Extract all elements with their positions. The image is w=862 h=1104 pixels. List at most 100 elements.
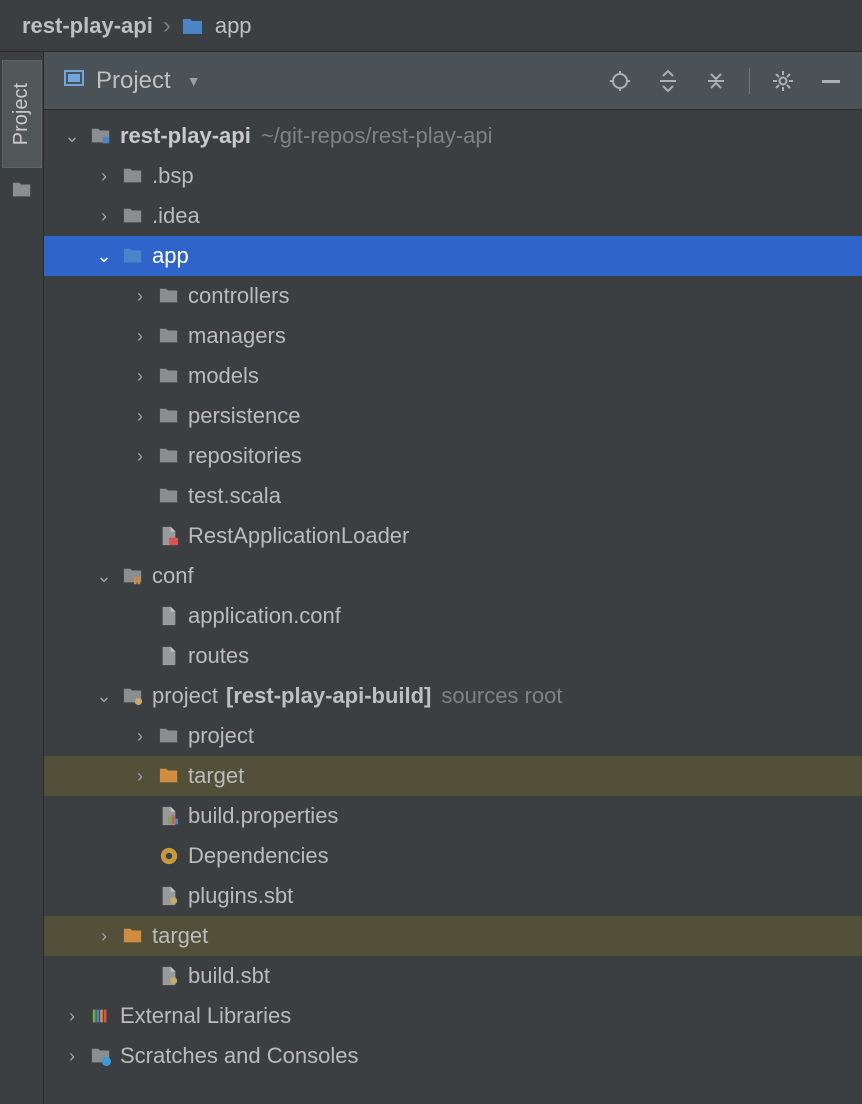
tree-node-dependencies[interactable]: › Dependencies xyxy=(44,836,862,876)
tree-node-controllers[interactable]: › controllers xyxy=(44,276,862,316)
folder-icon xyxy=(181,13,205,39)
tree-label: Dependencies xyxy=(184,843,329,869)
tree-label: test.scala xyxy=(184,483,281,509)
tree-node-root[interactable]: ⌄ rest-play-api ~/git-repos/rest-play-ap… xyxy=(44,116,862,156)
sbt-folder-icon xyxy=(118,686,148,706)
chevron-right-icon[interactable]: › xyxy=(126,366,154,387)
tree-path: ~/git-repos/rest-play-api xyxy=(251,123,493,149)
tree-label: RestApplicationLoader xyxy=(184,523,409,549)
tree-node-project-inner[interactable]: › project xyxy=(44,716,862,756)
tool-window-header: Project ▼ xyxy=(44,52,862,110)
tree-label: repositories xyxy=(184,443,302,469)
file-icon xyxy=(154,646,184,666)
tree-label: .idea xyxy=(148,203,200,229)
tree-node-plugins-sbt[interactable]: › plugins.sbt xyxy=(44,876,862,916)
tree-node-persistence[interactable]: › persistence xyxy=(44,396,862,436)
chevron-right-icon[interactable]: › xyxy=(90,166,118,187)
folder-icon xyxy=(154,366,184,386)
folder-icon xyxy=(154,286,184,306)
folder-icon xyxy=(118,206,148,226)
tree-label: .bsp xyxy=(148,163,194,189)
chevron-right-icon[interactable]: › xyxy=(90,926,118,947)
project-tree[interactable]: ⌄ rest-play-api ~/git-repos/rest-play-ap… xyxy=(44,110,862,1104)
tree-node-rest-application-loader[interactable]: › RestApplicationLoader xyxy=(44,516,862,556)
tree-label: plugins.sbt xyxy=(184,883,293,909)
tree-label: target xyxy=(148,923,208,949)
tool-window-title[interactable]: Project xyxy=(96,67,171,95)
gutter-tab-project[interactable]: Project xyxy=(2,60,42,168)
divider xyxy=(749,68,750,94)
locate-icon[interactable] xyxy=(601,62,639,100)
chevron-down-icon[interactable]: ⌄ xyxy=(58,126,86,147)
tree-label: External Libraries xyxy=(116,1003,291,1029)
chevron-down-icon[interactable]: ▼ xyxy=(187,73,201,89)
module-icon xyxy=(62,67,86,95)
chevron-right-icon[interactable]: › xyxy=(126,766,154,787)
tree-node-bsp[interactable]: › .bsp xyxy=(44,156,862,196)
tree-node-routes[interactable]: › routes xyxy=(44,636,862,676)
tree-node-project[interactable]: ⌄ project [rest-play-api-build] sources … xyxy=(44,676,862,716)
chevron-right-icon[interactable]: › xyxy=(126,446,154,467)
chevron-right-icon[interactable]: › xyxy=(126,286,154,307)
folder-icon xyxy=(154,446,184,466)
tree-module: [rest-play-api-build] xyxy=(218,683,431,709)
breadcrumb-current[interactable]: app xyxy=(215,13,252,39)
tree-node-build-properties[interactable]: › build.properties xyxy=(44,796,862,836)
tree-label: rest-play-api xyxy=(116,123,251,149)
tree-node-external-libraries[interactable]: › External Libraries xyxy=(44,996,862,1036)
tree-label: persistence xyxy=(184,403,301,429)
collapse-all-icon[interactable] xyxy=(697,62,735,100)
folder-icon xyxy=(154,406,184,426)
chevron-down-icon[interactable]: ⌄ xyxy=(90,246,118,267)
tree-label: managers xyxy=(184,323,286,349)
chevron-right-icon[interactable]: › xyxy=(58,1006,86,1027)
breadcrumb-root[interactable]: rest-play-api xyxy=(22,13,153,39)
module-icon xyxy=(86,126,116,146)
libraries-icon xyxy=(86,1006,116,1026)
hide-icon[interactable] xyxy=(812,62,850,100)
chevron-right-icon[interactable]: › xyxy=(58,1046,86,1067)
folder-icon xyxy=(154,326,184,346)
chevron-right-icon[interactable]: › xyxy=(126,406,154,427)
tree-node-repositories[interactable]: › repositories xyxy=(44,436,862,476)
tree-node-target[interactable]: › target xyxy=(44,916,862,956)
tree-tag: sources root xyxy=(431,683,562,709)
tree-node-models[interactable]: › models xyxy=(44,356,862,396)
chevron-right-icon[interactable]: › xyxy=(126,726,154,747)
chevron-right-icon: › xyxy=(163,14,171,38)
chevron-down-icon[interactable]: ⌄ xyxy=(90,686,118,707)
tree-label: target xyxy=(184,763,244,789)
left-gutter: Project xyxy=(0,52,44,1104)
chevron-right-icon[interactable]: › xyxy=(126,326,154,347)
object-icon xyxy=(154,846,184,866)
tree-label: project xyxy=(148,683,218,709)
properties-file-icon xyxy=(154,806,184,826)
tree-node-application-conf[interactable]: › application.conf xyxy=(44,596,862,636)
tree-node-project-target[interactable]: › target xyxy=(44,756,862,796)
tree-label: controllers xyxy=(184,283,289,309)
tree-node-idea[interactable]: › .idea xyxy=(44,196,862,236)
chevron-down-icon[interactable]: ⌄ xyxy=(90,566,118,587)
gear-icon[interactable] xyxy=(764,62,802,100)
tree-label: Scratches and Consoles xyxy=(116,1043,358,1069)
tree-label: conf xyxy=(148,563,194,589)
tree-node-build-sbt[interactable]: › build.sbt xyxy=(44,956,862,996)
excluded-folder-icon xyxy=(154,766,184,786)
tree-node-managers[interactable]: › managers xyxy=(44,316,862,356)
sbt-file-icon xyxy=(154,966,184,986)
tree-label: project xyxy=(184,723,254,749)
tree-label: models xyxy=(184,363,259,389)
chevron-right-icon[interactable]: › xyxy=(90,206,118,227)
tree-node-app[interactable]: ⌄ app xyxy=(44,236,862,276)
folder-icon[interactable] xyxy=(11,180,33,206)
tree-node-scratches[interactable]: › Scratches and Consoles xyxy=(44,1036,862,1076)
tree-node-conf[interactable]: ⌄ conf xyxy=(44,556,862,596)
folder-icon xyxy=(154,726,184,746)
folder-icon xyxy=(118,246,148,266)
tree-label: application.conf xyxy=(184,603,341,629)
folder-icon xyxy=(154,486,184,506)
tree-label: app xyxy=(148,243,189,269)
expand-all-icon[interactable] xyxy=(649,62,687,100)
excluded-folder-icon xyxy=(118,926,148,946)
tree-node-test-scala[interactable]: › test.scala xyxy=(44,476,862,516)
